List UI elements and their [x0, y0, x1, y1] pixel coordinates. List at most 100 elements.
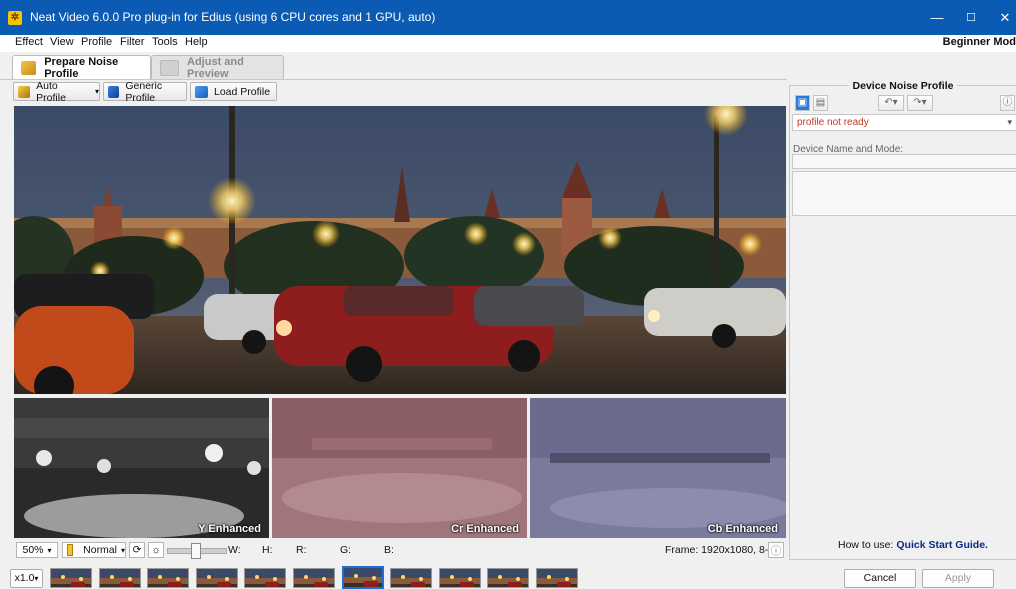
auto-profile-icon	[18, 85, 31, 98]
chevron-down-icon: ▾	[1007, 117, 1012, 127]
tab-label: Adjust and Preview	[187, 56, 244, 80]
view-mode-select[interactable]: Normal ▾	[62, 542, 126, 558]
tab-divider	[0, 79, 787, 80]
w-readout: W:	[228, 544, 241, 556]
prepare-profile-icon	[21, 61, 37, 75]
bottom-bar: x1.0▾ Cancel Apply	[0, 563, 1016, 589]
window-title: Neat Video 6.0.0 Pro plug-in for Edius (…	[30, 10, 436, 24]
thumbnail-image	[245, 569, 286, 587]
timeline-thumbnail[interactable]	[536, 568, 578, 588]
night-city-scene	[14, 106, 786, 394]
timeline-thumbnail[interactable]	[195, 568, 238, 588]
timeline-thumbnail[interactable]	[293, 568, 335, 588]
tab-label: Prepare Noise Profile	[44, 56, 119, 80]
generic-profile-button[interactable]: Generic Profile	[103, 79, 187, 104]
tab-prepare-noise-profile[interactable]: Prepare Noise Profile	[12, 55, 151, 80]
cr-channel-image	[272, 398, 527, 538]
profile-status-text: profile not ready	[797, 117, 869, 128]
profile-status-select[interactable]: profile not ready ▾	[792, 114, 1016, 131]
timeline-thumbnail[interactable]	[147, 568, 190, 588]
beginner-mode-toggle[interactable]: Beginner Mod	[943, 36, 1016, 48]
info-icon: ⓘ	[1002, 97, 1013, 108]
menu-profile[interactable]: Profile	[81, 36, 112, 48]
zoom-select[interactable]: 50% ▾	[16, 542, 58, 558]
chevron-down-icon: ▾	[120, 545, 125, 555]
neat-video-app-icon: ✲	[8, 11, 22, 25]
cb-channel-image	[530, 398, 786, 538]
save-icon: ▤	[815, 97, 826, 108]
y-enhanced-view[interactable]: Y Enhanced	[14, 398, 269, 538]
timeline-thumbnail[interactable]	[438, 568, 481, 588]
maximize-button[interactable]: ☐	[956, 8, 986, 28]
thumbnail-image	[99, 569, 140, 587]
redo-icon: ↷▾	[913, 97, 927, 108]
undo-icon: ↶▾	[884, 97, 898, 108]
rotate-icon: ⟳	[132, 544, 142, 556]
panel-title-text: Device Noise Profile	[848, 80, 958, 92]
load-profile-label: Load Profile	[214, 85, 271, 98]
timeline-thumbnail[interactable]	[244, 568, 287, 588]
info-button[interactable]: ⓘ	[768, 542, 784, 558]
thumbnail-image	[391, 569, 432, 587]
zoom-factor-value: x1.0	[14, 572, 35, 584]
tab-strip: Prepare Noise Profile Adjust and Preview	[0, 52, 1016, 80]
auto-profile-button[interactable]: Auto Profile ▾	[13, 80, 100, 104]
folder-icon	[195, 85, 208, 98]
menu-tools[interactable]: Tools	[152, 36, 178, 48]
generic-profile-icon	[108, 85, 120, 98]
thumbnail-image	[51, 569, 91, 587]
open-profile-button[interactable]: ▣	[795, 95, 810, 111]
brightness-button[interactable]: ☼	[148, 542, 164, 558]
chevron-down-icon[interactable]: ▾	[95, 87, 99, 96]
quick-start-guide-link[interactable]: Quick Start Guide.	[896, 539, 988, 551]
folder-icon: ▣	[797, 97, 808, 108]
panel-info-button[interactable]: ⓘ	[1000, 95, 1015, 111]
cr-enhanced-view[interactable]: Cr Enhanced	[272, 398, 527, 538]
title-bar: ✲ Neat Video 6.0.0 Pro plug-in for Edius…	[0, 0, 1016, 35]
menu-help[interactable]: Help	[185, 36, 208, 48]
view-mode-value: Normal	[83, 544, 117, 556]
timeline-thumbnail[interactable]	[50, 568, 92, 588]
thumbnail-image	[537, 569, 577, 587]
generic-profile-label: Generic Profile	[125, 79, 163, 104]
frame-info: Frame: 1920x1080, 8-bit	[665, 544, 780, 556]
menu-bar: Effect View Profile Filter Tools Help Be…	[0, 35, 1016, 52]
chevron-down-icon: ▾	[47, 545, 52, 555]
apply-button[interactable]: Apply	[922, 569, 994, 588]
info-icon: ⓘ	[770, 544, 782, 557]
channel-label: Cb Enhanced	[707, 523, 778, 535]
timeline-thumbnail[interactable]	[390, 568, 433, 588]
timeline-thumbnail[interactable]	[98, 568, 141, 588]
b-readout: B:	[384, 544, 394, 556]
panel-title: Device Noise Profile	[790, 80, 1016, 92]
adjust-preview-icon	[160, 60, 180, 76]
chevron-down-icon: ▾	[34, 574, 39, 583]
redo-button[interactable]: ↷▾	[907, 95, 933, 111]
zoom-factor-select[interactable]: x1.0▾	[10, 569, 43, 588]
cb-enhanced-view[interactable]: Cb Enhanced	[530, 398, 786, 538]
thumbnail-image	[439, 569, 480, 587]
quick-start-help: How to use: Quick Start Guide.	[838, 539, 988, 551]
load-profile-button[interactable]: Load Profile	[190, 82, 277, 101]
timeline-thumbnail[interactable]	[341, 566, 384, 589]
help-prefix: How to use:	[838, 539, 894, 551]
h-readout: H:	[262, 544, 273, 556]
timeline-thumbnail[interactable]	[487, 568, 530, 588]
tab-adjust-and-preview[interactable]: Adjust and Preview	[151, 55, 284, 80]
minimize-button[interactable]: —	[922, 8, 952, 28]
video-preview[interactable]	[14, 106, 786, 394]
device-notes-field[interactable]	[792, 171, 1016, 216]
close-button[interactable]: ✕	[990, 8, 1016, 28]
slider-handle[interactable]	[191, 543, 201, 559]
color-mode-icon	[67, 544, 74, 556]
device-noise-profile-panel: Device Noise Profile ▣ ▤ ↶▾ ↷▾ ⓘ profile…	[789, 80, 1016, 560]
menu-effect[interactable]: Effect	[15, 36, 43, 48]
save-profile-button[interactable]: ▤	[813, 95, 828, 111]
undo-button[interactable]: ↶▾	[878, 95, 904, 111]
preview-status-bar: 50% ▾ Normal ▾ ⟳ ☼ W: H: R: G: B: Frame: 1…	[14, 540, 786, 560]
cancel-button[interactable]: Cancel	[844, 569, 916, 588]
menu-view[interactable]: View	[50, 36, 74, 48]
reset-view-button[interactable]: ⟳	[129, 542, 145, 558]
device-name-field[interactable]	[792, 154, 1016, 169]
menu-filter[interactable]: Filter	[120, 36, 144, 48]
